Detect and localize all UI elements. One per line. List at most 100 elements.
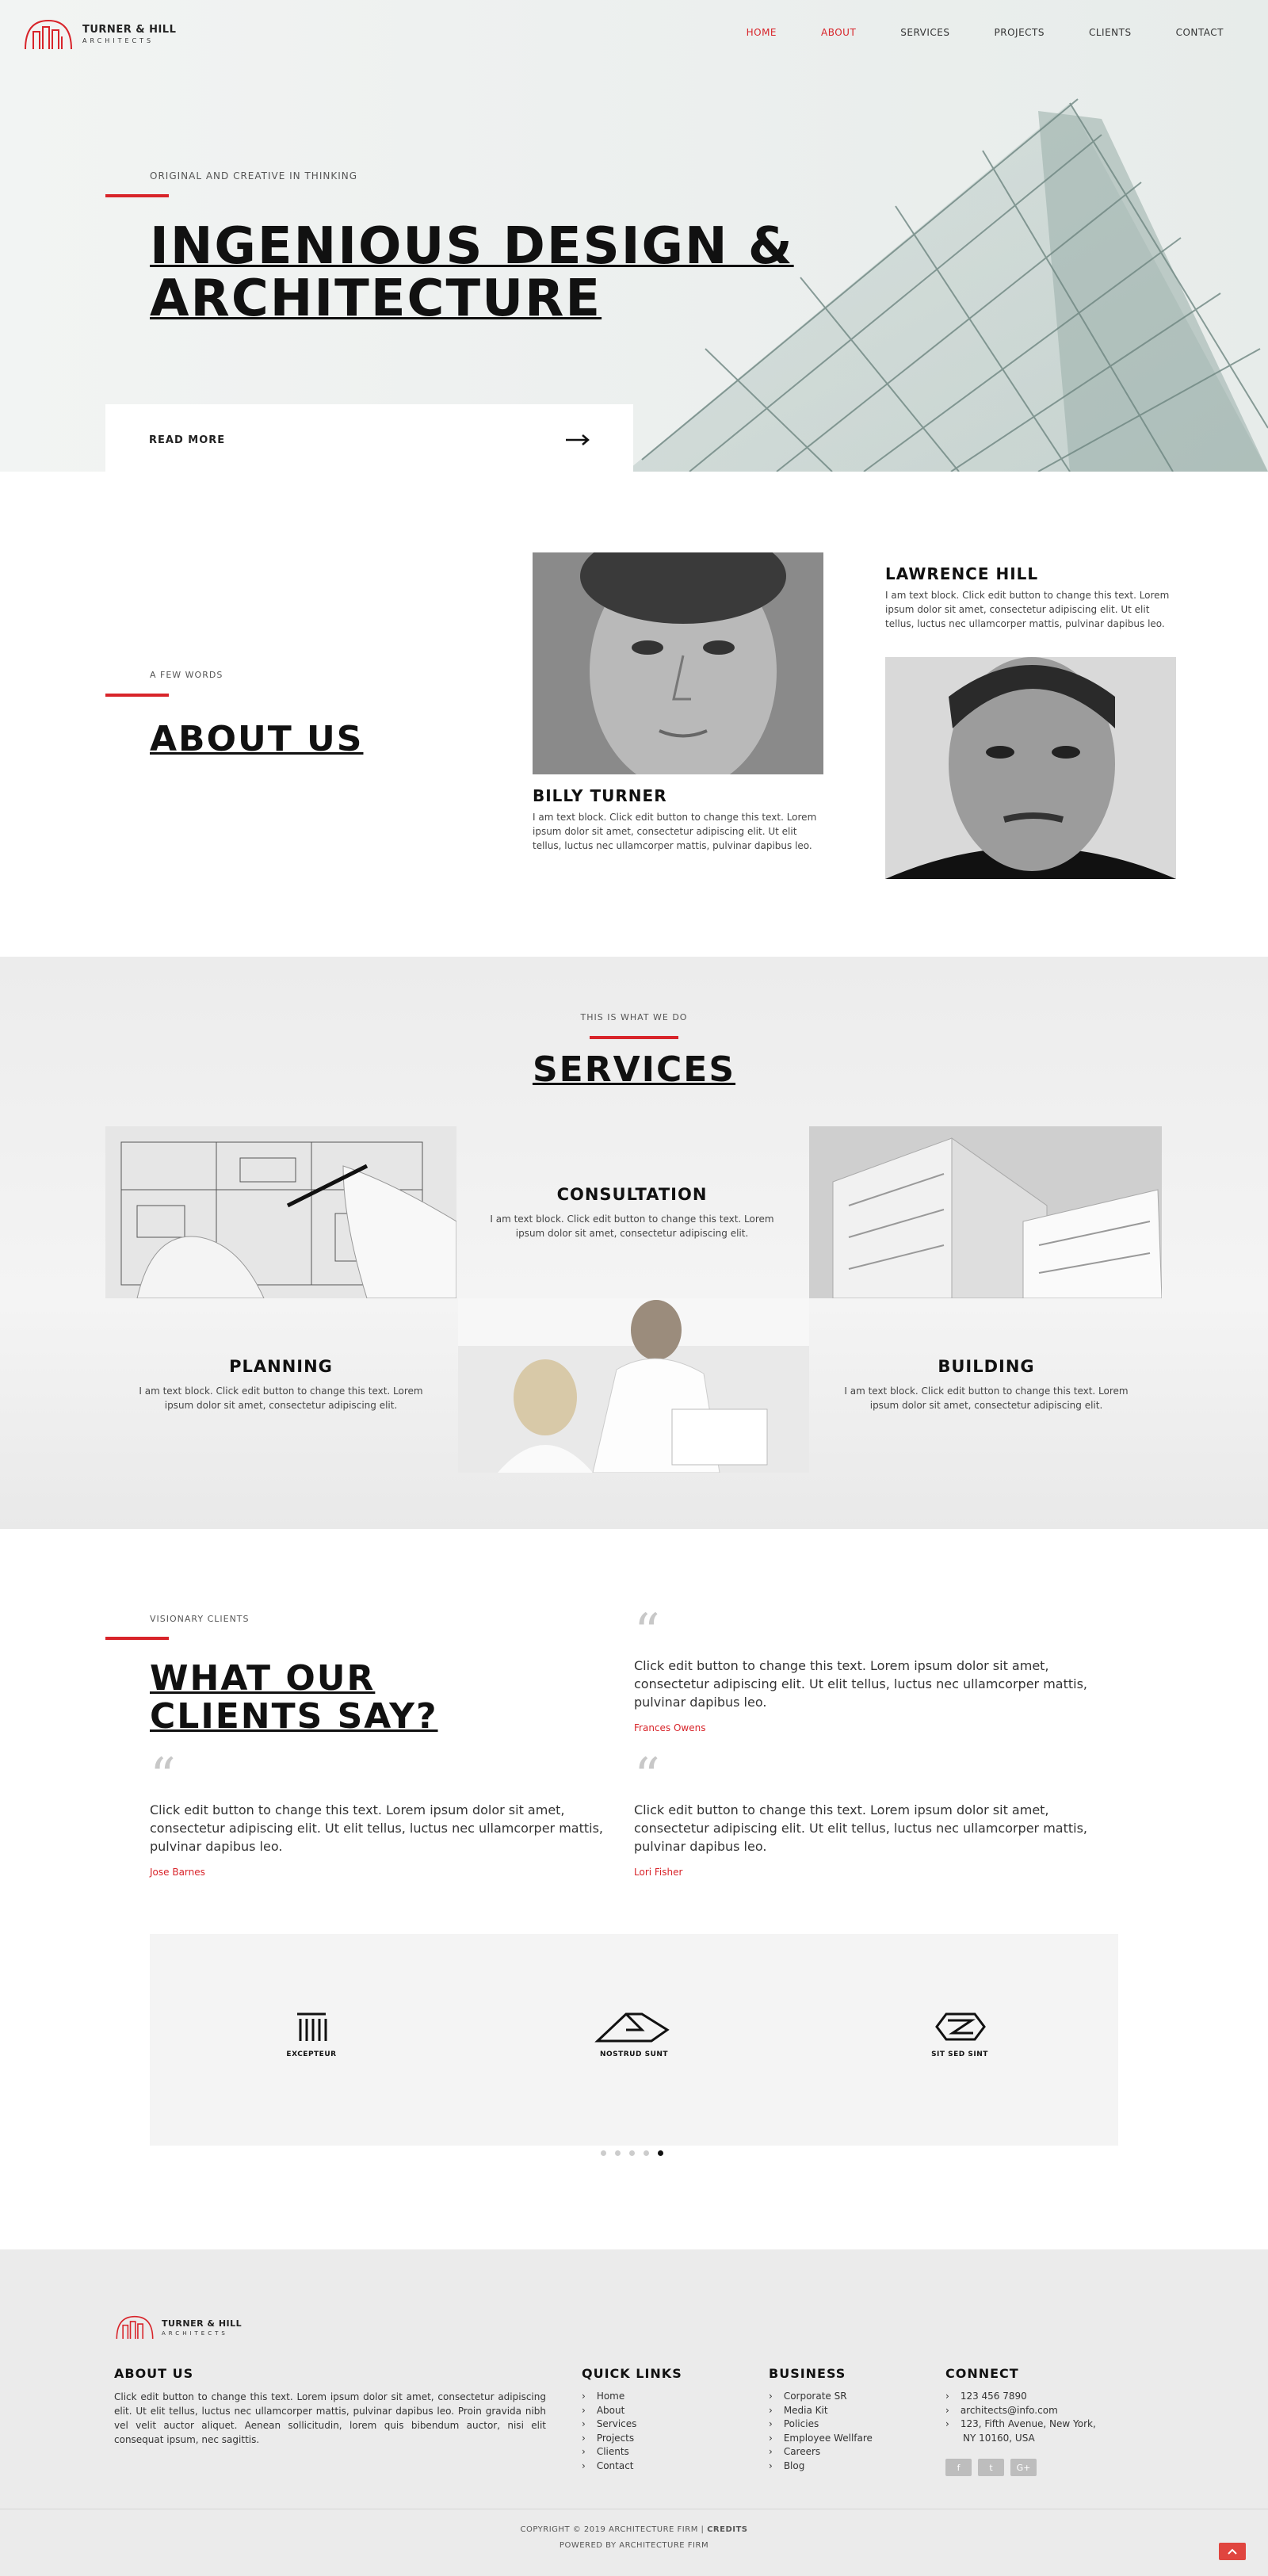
footer-link-media-kit[interactable]: Media Kit xyxy=(769,2404,873,2418)
footer-connect-list: 123 456 7890 architects@info.com 123, Fi… xyxy=(945,2390,1096,2445)
nav-clients[interactable]: CLIENTS xyxy=(1089,27,1132,38)
footer-about-title: ABOUT US xyxy=(114,2366,194,2381)
footer-business-links: Corporate SR Media Kit Policies Employee… xyxy=(769,2390,873,2473)
about-red-divider xyxy=(105,694,169,697)
footer-link-services[interactable]: Services xyxy=(582,2417,637,2432)
brand-name: TURNER & HILL xyxy=(82,24,177,36)
footer-link-blog[interactable]: Blog xyxy=(769,2459,873,2474)
read-more-label: READ MORE xyxy=(149,434,226,446)
footer-link-careers[interactable]: Careers xyxy=(769,2445,873,2459)
testimonial-text: Click edit button to change this text. L… xyxy=(634,1658,1088,1710)
footer-quick-title: QUICK LINKS xyxy=(582,2366,682,2381)
facebook-icon[interactable]: f xyxy=(945,2459,972,2476)
carousel-dot[interactable] xyxy=(615,2150,621,2156)
footer-link-projects[interactable]: Projects xyxy=(582,2432,636,2446)
google-plus-icon[interactable]: G+ xyxy=(1010,2459,1037,2476)
hero-title: INGENIOUS DESIGN & ARCHITECTURE xyxy=(150,220,794,325)
client-logo-2[interactable]: NOSTRUD SUNT xyxy=(586,2009,682,2058)
nostrud-sunt-logo-icon xyxy=(594,2012,670,2043)
service-text-consultation: I am text block. Click edit button to ch… xyxy=(490,1213,774,1239)
service-planning: PLANNING I am text block. Click edit but… xyxy=(105,1298,456,1470)
service-title-building: BUILDING xyxy=(938,1356,1035,1376)
clients-eyebrow: VISIONARY CLIENTS xyxy=(150,1614,250,1624)
person-name-billy: BILLY TURNER xyxy=(533,786,667,805)
carousel-dot[interactable] xyxy=(601,2150,606,2156)
carousel-dots xyxy=(601,2150,663,2156)
testimonial-author: Jose Barnes xyxy=(150,1867,205,1878)
carousel-dot[interactable] xyxy=(629,2150,635,2156)
about-title: ABOUT US xyxy=(150,719,364,759)
carousel-dot[interactable] xyxy=(644,2150,649,2156)
client-logo-label: NOSTRUD SUNT xyxy=(599,2050,669,2058)
footer-quick-links: Home About Services Projects Clients Con… xyxy=(582,2390,637,2474)
footer-connect-title: CONNECT xyxy=(945,2366,1019,2381)
carousel-dot-active[interactable] xyxy=(658,2150,663,2156)
footer-email[interactable]: architects@info.com xyxy=(945,2404,1096,2418)
nav-about[interactable]: ABOUT xyxy=(821,27,856,38)
hero-red-divider xyxy=(105,194,169,197)
quote-icon: “ xyxy=(150,1748,176,1806)
testimonial-1: “ Click edit button to change this text.… xyxy=(634,1607,1094,1733)
footer-brand-name: TURNER & HILL xyxy=(162,2318,243,2329)
hero-title-line1: INGENIOUS DESIGN & xyxy=(150,217,794,276)
logo[interactable]: TURNER & HILL ARCHITECTS xyxy=(22,16,176,52)
logo-mark-icon xyxy=(25,19,72,50)
footer-link-home[interactable]: Home xyxy=(582,2390,636,2404)
service-title-planning: PLANNING xyxy=(229,1356,333,1376)
service-building: BUILDING I am text block. Click edit but… xyxy=(811,1298,1162,1470)
footer-link-contact[interactable]: Contact xyxy=(582,2459,636,2474)
footer-address-line1: 123, Fifth Avenue, New York, xyxy=(945,2417,1096,2432)
footer-link-about[interactable]: About xyxy=(582,2404,636,2418)
client-logo-3[interactable]: SIT SED SINT xyxy=(912,2009,1007,2058)
social-links: f t G+ xyxy=(945,2459,1037,2476)
footer-logo-mark-icon xyxy=(116,2315,154,2339)
footer-logo[interactable]: TURNER & HILL ARCHITECTS xyxy=(114,2313,242,2341)
arrow-right-icon xyxy=(566,434,590,445)
footer-link-corporate[interactable]: Corporate SR xyxy=(769,2390,873,2404)
about-eyebrow: A FEW WORDS xyxy=(150,670,223,680)
hero-title-line2: ARCHITECTURE xyxy=(150,269,602,328)
person-text-billy: I am text block. Click edit button to ch… xyxy=(533,812,817,851)
footer-brand-sub: ARCHITECTS xyxy=(162,2329,228,2337)
service-consultation: CONSULTATION I am text block. Click edit… xyxy=(456,1126,808,1298)
client-logos-carousel: EXCEPTEUR NOSTRUD SUNT SIT SED SINT xyxy=(150,1934,1118,2146)
client-logo-1[interactable]: EXCEPTEUR xyxy=(264,2009,359,2058)
footer-link-policies[interactable]: Policies xyxy=(769,2417,873,2432)
read-more-button[interactable]: READ MORE xyxy=(105,404,633,476)
credits-link[interactable]: CREDITS xyxy=(707,2525,747,2534)
clients-title: WHAT OUR CLIENTS SAY? xyxy=(150,1660,438,1736)
footer-link-wellfare[interactable]: Employee Wellfare xyxy=(769,2432,873,2446)
quote-icon: “ xyxy=(634,1748,660,1806)
exceptur-logo-icon xyxy=(297,2012,327,2041)
nav-services[interactable]: SERVICES xyxy=(900,27,949,38)
chevron-up-icon xyxy=(1228,2548,1237,2555)
nav-contact[interactable]: CONTACT xyxy=(1176,27,1224,38)
brand-sub: ARCHITECTS xyxy=(82,37,155,44)
footer-address-text: NY 10160, USA xyxy=(963,2432,1035,2444)
billy-turner-photo xyxy=(533,552,823,774)
sit-sed-sint-logo-icon xyxy=(935,2012,986,2041)
nav-projects[interactable]: PROJECTS xyxy=(995,27,1045,38)
copyright-text: COPYRIGHT © 2019 ARCHITECTURE FIRM xyxy=(520,2525,698,2534)
service-title-consultation: CONSULTATION xyxy=(556,1184,708,1204)
footer-phone[interactable]: 123 456 7890 xyxy=(945,2390,1096,2404)
powered-by: POWERED BY ARCHITECTURE FIRM xyxy=(559,2541,709,2550)
client-logo-label: EXCEPTEUR xyxy=(286,2050,337,2058)
clients-red-divider xyxy=(105,1637,169,1640)
footer-link-clients[interactable]: Clients xyxy=(582,2445,636,2459)
nav-home[interactable]: HOME xyxy=(747,27,777,38)
testimonial-2: “ Click edit button to change this text.… xyxy=(150,1748,609,1878)
lawrence-hill-photo xyxy=(885,657,1176,879)
testimonial-text: Click edit button to change this text. L… xyxy=(150,1802,604,1854)
services-red-divider xyxy=(590,1036,678,1039)
back-to-top-button[interactable] xyxy=(1219,2543,1246,2560)
modern-building-image xyxy=(809,1126,1162,1298)
main-nav: HOME ABOUT SERVICES PROJECTS CLIENTS CON… xyxy=(747,27,1224,38)
testimonial-text: Click edit button to change this text. L… xyxy=(634,1802,1088,1854)
twitter-icon[interactable]: t xyxy=(978,2459,1004,2476)
person-text-lawrence: I am text block. Click edit button to ch… xyxy=(885,590,1170,629)
testimonial-author: Lori Fisher xyxy=(634,1867,683,1878)
copyright: COPYRIGHT © 2019 ARCHITECTURE FIRM | CRE… xyxy=(520,2525,748,2534)
footer-address-line2: NY 10160, USA xyxy=(945,2432,1096,2446)
footer-business-title: BUSINESS xyxy=(769,2366,846,2381)
